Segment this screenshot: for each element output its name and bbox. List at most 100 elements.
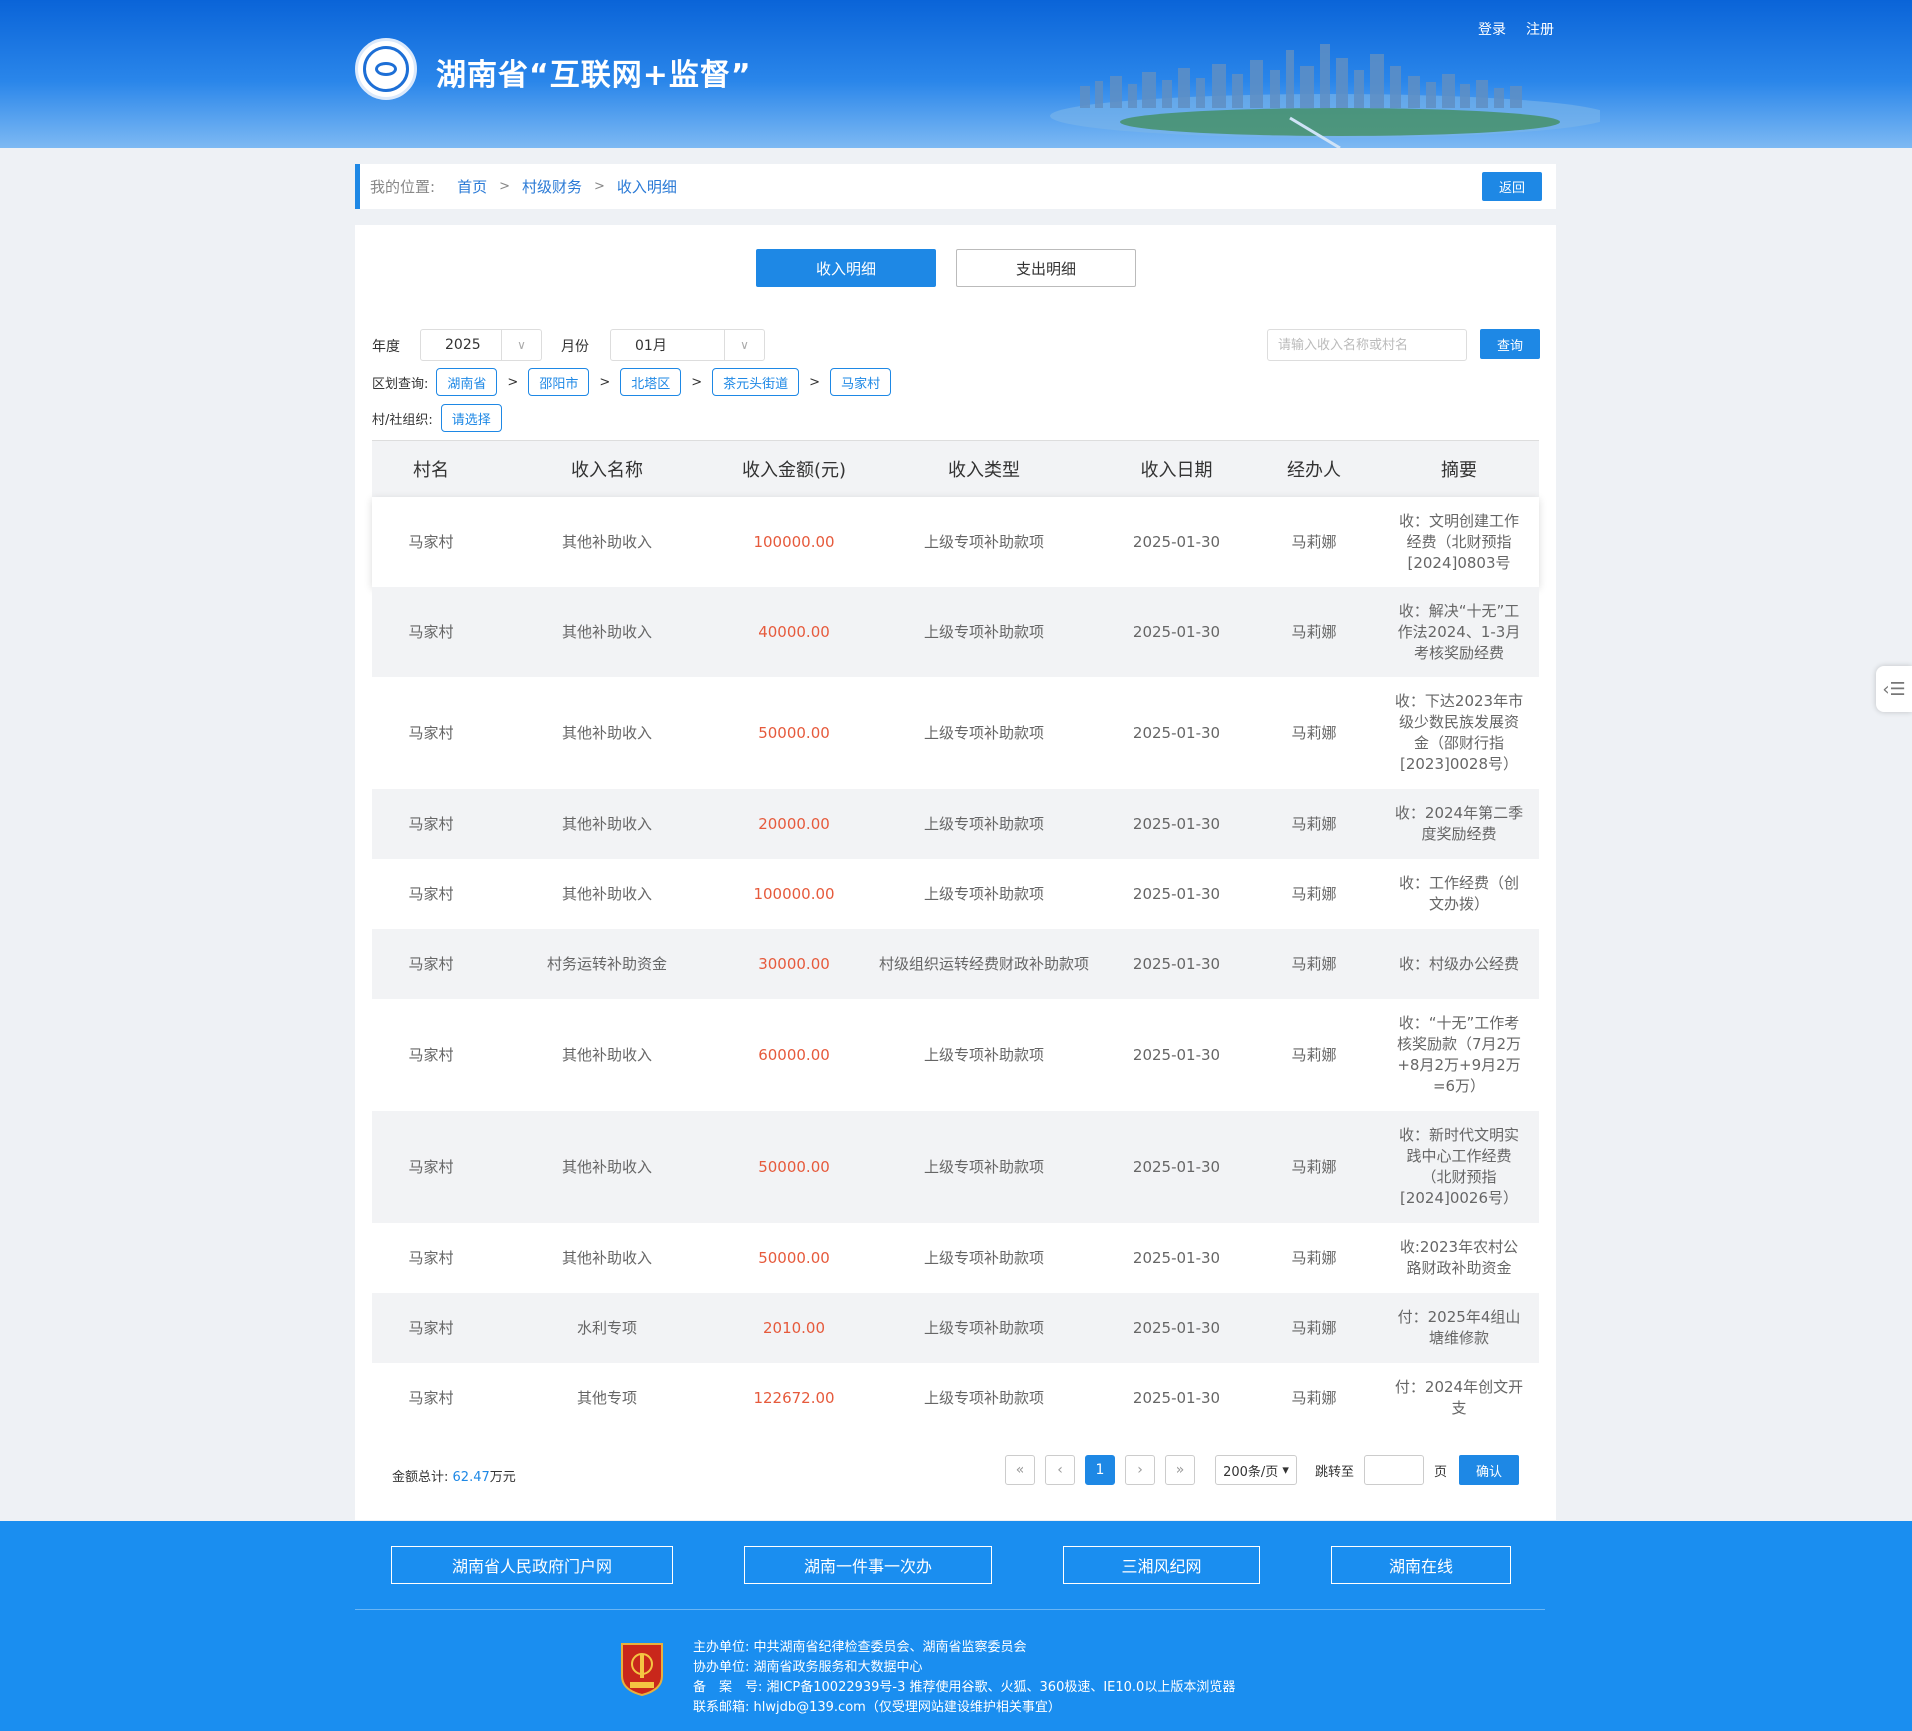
cell-income-name: 其他补助收入 bbox=[561, 1045, 652, 1064]
cell-date: 2025-01-30 bbox=[1132, 532, 1221, 551]
org-filter: 村/社组织: 请选择 bbox=[372, 404, 502, 432]
footer-link-gov-portal[interactable]: 湖南省人民政府门户网 bbox=[391, 1546, 673, 1584]
tab-expense-detail[interactable]: 支出明细 bbox=[956, 249, 1136, 287]
back-button[interactable]: 返回 bbox=[1482, 172, 1542, 201]
jump-page-input[interactable] bbox=[1364, 1455, 1425, 1485]
year-label: 年度 bbox=[372, 339, 400, 355]
region-street-chip[interactable]: 茶元头街道 bbox=[712, 368, 800, 396]
cell-amount: 60000.00 bbox=[758, 1045, 830, 1064]
cell-village: 马家村 bbox=[372, 1293, 490, 1363]
column-header-memo: 摘要 bbox=[1379, 441, 1539, 497]
region-village-chip[interactable]: 马家村 bbox=[830, 368, 892, 396]
cell-income-type: 上级专项补助款项 bbox=[864, 1111, 1104, 1223]
cell-handler: 马莉娜 bbox=[1249, 587, 1379, 677]
breadcrumb-income-detail[interactable]: 收入明细 bbox=[617, 176, 677, 197]
table-header-row: 村名 收入名称 收入金额(元) 收入类型 收入日期 经办人 摘要 bbox=[372, 441, 1539, 497]
breadcrumb-village-finance[interactable]: 村级财务 bbox=[522, 176, 582, 197]
org-label: 村/社组织: bbox=[372, 412, 433, 428]
side-menu-toggle-icon[interactable]: ‹☰ bbox=[1876, 666, 1912, 712]
site-header: 湖南省“互联网+监督” 登录 注册 bbox=[0, 0, 1912, 148]
page-size-select[interactable]: 200条/页 ▾ bbox=[1215, 1455, 1297, 1485]
cell-income-name: 其他补助收入 bbox=[561, 1248, 652, 1267]
region-separator: > bbox=[507, 374, 519, 390]
region-filter: 区划查询: 湖南省 > 邵阳市 > 北塔区 > 茶元头街道 > 马家村 bbox=[372, 368, 892, 396]
cell-date: 2025-01-30 bbox=[1104, 929, 1249, 999]
cell-income-name: 其他补助收入 bbox=[561, 532, 652, 551]
page-size-value: 200条/页 bbox=[1223, 1464, 1279, 1480]
footer-link-sanxiang[interactable]: 三湘风纪网 bbox=[1063, 1546, 1260, 1584]
cell-income-type: 上级专项补助款项 bbox=[923, 884, 1044, 903]
cell-amount: 122672.00 bbox=[753, 1388, 835, 1407]
query-button[interactable]: 查询 bbox=[1480, 329, 1540, 359]
breadcrumb-separator: > bbox=[594, 179, 605, 194]
search-input[interactable] bbox=[1267, 329, 1467, 361]
cell-amount: 2010.00 bbox=[724, 1293, 864, 1363]
pagination: « ‹ 1 › » 200条/页 ▾ 跳转至 页 确认 bbox=[1005, 1455, 1520, 1485]
cell-memo: 付：2024年创文开支 bbox=[1394, 1378, 1524, 1417]
footer-link-hunan-online[interactable]: 湖南在线 bbox=[1331, 1546, 1511, 1584]
chevron-down-icon: ∨ bbox=[501, 330, 541, 360]
cell-memo: 收：文明创建工作经费（北财预指[2024]0803号 bbox=[1398, 511, 1519, 572]
next-page-button[interactable]: › bbox=[1125, 1455, 1155, 1485]
prev-page-button[interactable]: ‹ bbox=[1045, 1455, 1075, 1485]
region-separator: > bbox=[809, 374, 821, 390]
cell-amount: 20000.00 bbox=[724, 789, 864, 859]
cell-amount: 100000.00 bbox=[753, 884, 835, 903]
table-row: 马家村 其他补助收入 50000.00 上级专项补助款项 2025-01-30 马莉娜 收：… bbox=[372, 1111, 1539, 1223]
cell-amount: 50000.00 bbox=[758, 723, 830, 742]
chevron-down-icon: ∨ bbox=[724, 330, 764, 360]
column-header-income-name: 收入名称 bbox=[490, 441, 724, 497]
breadcrumb-home[interactable]: 首页 bbox=[457, 176, 487, 197]
last-page-button[interactable]: » bbox=[1165, 1455, 1195, 1485]
cell-handler: 马莉娜 bbox=[1249, 929, 1379, 999]
cell-memo: 收:2023年农村公路财政补助资金 bbox=[1399, 1238, 1519, 1277]
cell-handler: 马莉娜 bbox=[1291, 723, 1337, 742]
cell-handler: 马莉娜 bbox=[1291, 532, 1337, 551]
cell-income-name: 村务运转补助资金 bbox=[490, 929, 724, 999]
site-footer: 湖南省人民政府门户网 湖南一件事一次办 三湘风纪网 湖南在线 主办单位: 中共湖… bbox=[0, 1521, 1912, 1731]
first-page-button[interactable]: « bbox=[1005, 1455, 1035, 1485]
main-panel: 收入明细 支出明细 年度 2025 ∨ 月份 01月 ∨ 查询 区划查询: 湖南… bbox=[355, 225, 1556, 1520]
site-logo[interactable] bbox=[355, 38, 417, 100]
amount-total-label: 金额总计: bbox=[392, 1470, 449, 1485]
party-government-emblem-icon[interactable] bbox=[620, 1642, 664, 1696]
region-city-chip[interactable]: 邵阳市 bbox=[528, 368, 590, 396]
cell-date: 2025-01-30 bbox=[1104, 587, 1249, 677]
month-select[interactable]: 01月 ∨ bbox=[610, 329, 765, 361]
cell-memo: 收：“十无”工作考核奖励款（7月2万+8月2万+9月2万=6万） bbox=[1396, 1014, 1522, 1095]
column-header-date: 收入日期 bbox=[1104, 441, 1249, 497]
region-separator: > bbox=[691, 374, 703, 390]
month-value: 01月 bbox=[635, 338, 667, 354]
cell-amount: 40000.00 bbox=[724, 587, 864, 677]
cell-amount: 50000.00 bbox=[724, 1111, 864, 1223]
cell-memo: 收：解决“十无”工作法2024、1-3月考核奖励经费 bbox=[1379, 587, 1539, 677]
register-link[interactable]: 注册 bbox=[1526, 19, 1554, 39]
region-district-chip[interactable]: 北塔区 bbox=[620, 368, 682, 396]
breadcrumb: 我的位置: 首页 > 村级财务 > 收入明细 返回 bbox=[355, 164, 1556, 209]
table-row: 马家村 其他补助收入 100000.00 上级专项补助款项 2025-01-30 马莉娜 收… bbox=[372, 859, 1539, 929]
income-table: 村名 收入名称 收入金额(元) 收入类型 收入日期 经办人 摘要 马家村 其他补助… bbox=[372, 440, 1539, 1433]
breadcrumb-label: 我的位置: bbox=[370, 178, 436, 196]
cell-amount: 30000.00 bbox=[724, 929, 864, 999]
table-row: 马家村 水利专项 2010.00 上级专项补助款项 2025-01-30 马莉娜 付：202… bbox=[372, 1293, 1539, 1363]
table-row: 马家村 其他补助收入 60000.00 上级专项补助款项 2025-01-30 马莉娜 收：… bbox=[372, 999, 1539, 1111]
amount-total-value: 62.47 bbox=[452, 1470, 490, 1485]
jump-confirm-button[interactable]: 确认 bbox=[1459, 1455, 1520, 1485]
year-select[interactable]: 2025 ∨ bbox=[420, 329, 542, 361]
cell-handler: 马莉娜 bbox=[1249, 1111, 1379, 1223]
cell-handler: 马莉娜 bbox=[1291, 1388, 1337, 1407]
tab-income-detail[interactable]: 收入明细 bbox=[756, 249, 936, 287]
region-separator: > bbox=[599, 374, 611, 390]
cell-date: 2025-01-30 bbox=[1132, 884, 1221, 903]
page-number-button[interactable]: 1 bbox=[1085, 1455, 1115, 1485]
footer-link-one-thing[interactable]: 湖南一件事一次办 bbox=[744, 1546, 992, 1584]
login-link[interactable]: 登录 bbox=[1478, 19, 1506, 39]
table-row: 马家村 其他补助收入 20000.00 上级专项补助款项 2025-01-30 马莉娜 收：… bbox=[372, 789, 1539, 859]
cell-village: 马家村 bbox=[372, 587, 490, 677]
column-header-income-type: 收入类型 bbox=[864, 441, 1104, 497]
cell-memo: 收：工作经费（创文办拨） bbox=[1398, 874, 1519, 913]
org-select-chip[interactable]: 请选择 bbox=[440, 404, 502, 432]
cell-income-name: 水利专项 bbox=[490, 1293, 724, 1363]
cell-income-name: 其他补助收入 bbox=[490, 1111, 724, 1223]
region-province-chip[interactable]: 湖南省 bbox=[436, 368, 498, 396]
